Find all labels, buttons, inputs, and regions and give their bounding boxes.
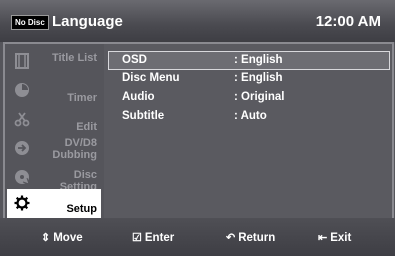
page-title: Language xyxy=(52,13,123,30)
sidebar-item-label: Title List xyxy=(51,52,97,64)
setting-value: : English xyxy=(234,54,283,66)
updown-arrow-icon: ⇕ xyxy=(41,232,51,244)
disc-status-badge: No Disc xyxy=(11,15,49,30)
key-hint-move: ⇕ Move xyxy=(41,231,83,245)
setting-value: : English xyxy=(234,72,283,84)
setting-value: : Auto xyxy=(234,110,267,122)
setting-row-audio[interactable]: Audio : Original xyxy=(109,89,389,106)
sidebar-item-label: DV/D8 Dubbing xyxy=(52,137,97,161)
setting-row-osd[interactable]: OSD : English xyxy=(108,51,390,70)
disc-icon xyxy=(13,168,31,186)
content-frame: Title List Timer Edit DV/D8 Dubbing Disc… xyxy=(3,42,394,220)
return-icon: ↶ xyxy=(226,232,236,244)
film-icon xyxy=(13,52,31,70)
timer-icon xyxy=(13,81,31,99)
sidebar-menu: Title List Timer Edit DV/D8 Dubbing Disc… xyxy=(7,44,101,218)
dubbing-icon xyxy=(13,139,31,157)
header-bar: No Disc Language 12:00 AM xyxy=(0,0,395,42)
scissors-icon xyxy=(13,110,31,128)
setting-name: Audio xyxy=(122,91,155,103)
setting-value: : Original xyxy=(234,91,285,103)
key-hint-enter: ☑ Enter xyxy=(132,231,175,245)
setup-language-screen: No Disc Language 12:00 AM Title List Tim… xyxy=(0,0,395,256)
setting-name: Subtitle xyxy=(122,110,165,122)
gear-icon xyxy=(13,194,31,212)
sidebar-item-label: Setup xyxy=(66,203,97,215)
footer-key-guide: ⇕ Move ☑ Enter ↶ Return ⇤ Exit xyxy=(0,218,395,256)
settings-panel: OSD : English Disc Menu : English Audio … xyxy=(104,44,392,218)
setting-name: Disc Menu xyxy=(122,72,180,84)
key-hint-return: ↶ Return xyxy=(226,231,276,245)
setting-row-disc-menu[interactable]: Disc Menu : English xyxy=(109,70,389,87)
enter-icon: ☑ xyxy=(132,232,142,244)
exit-icon: ⇤ xyxy=(318,232,328,244)
setting-name: OSD xyxy=(122,54,147,66)
setting-row-subtitle[interactable]: Subtitle : Auto xyxy=(109,108,389,125)
clock: 12:00 AM xyxy=(315,13,381,30)
key-hint-exit: ⇤ Exit xyxy=(318,231,352,245)
sidebar-item-setup[interactable]: Setup xyxy=(7,189,101,218)
